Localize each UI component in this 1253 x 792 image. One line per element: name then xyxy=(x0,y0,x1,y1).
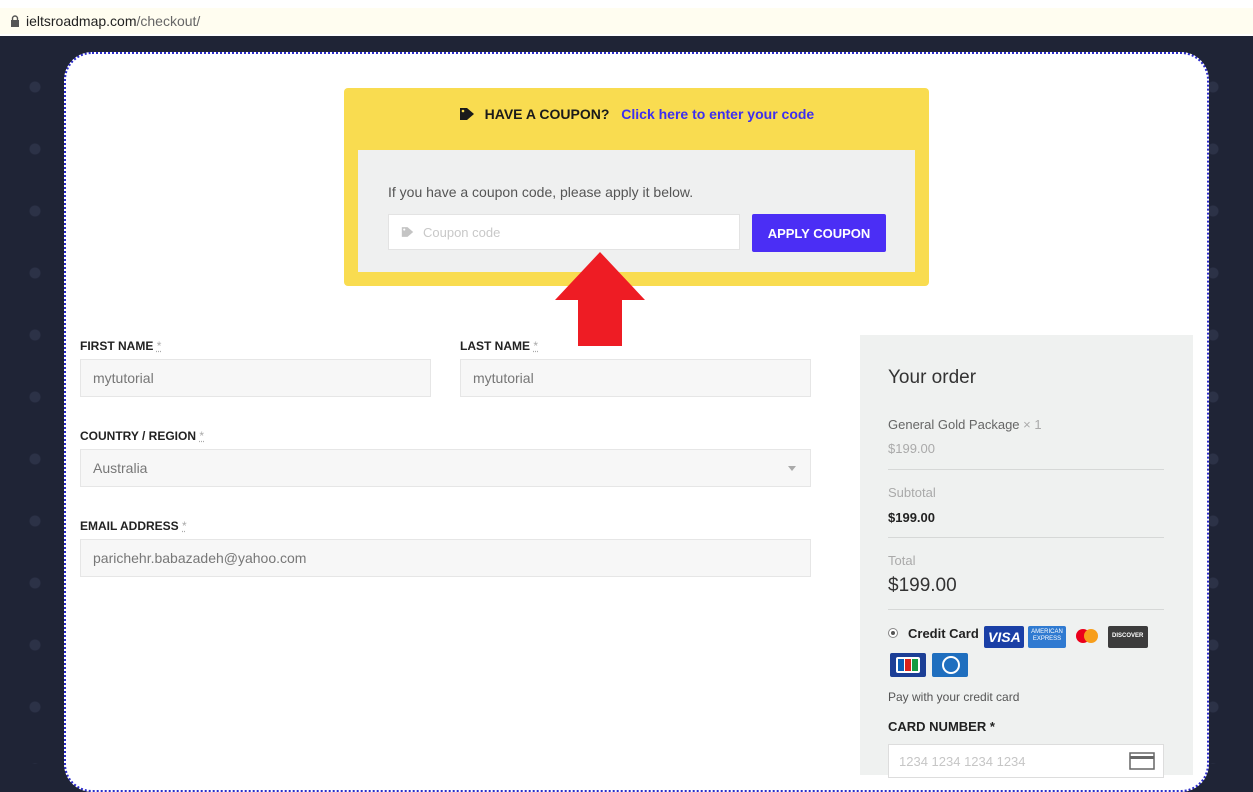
order-summary: Your order General Gold Package × 1 $199… xyxy=(860,335,1193,775)
enter-coupon-link[interactable]: Click here to enter your code xyxy=(621,106,814,122)
total-label: Total xyxy=(888,553,915,568)
card-number-label: CARD NUMBER * xyxy=(888,719,995,734)
coupon-placeholder: Coupon code xyxy=(423,225,500,240)
amex-logo: AMERICAN EXPRESS xyxy=(1028,626,1066,648)
payment-description: Pay with your credit card xyxy=(888,690,1019,704)
country-select[interactable]: Australia xyxy=(80,449,811,487)
coupon-code-input[interactable]: Coupon code xyxy=(388,214,740,250)
subtotal-label: Subtotal xyxy=(888,485,936,500)
lock-icon xyxy=(8,14,22,28)
total-value: $199.00 xyxy=(888,575,957,597)
divider xyxy=(888,609,1164,610)
subtotal-value: $199.00 xyxy=(888,510,935,525)
product-price: $199.00 xyxy=(888,441,935,456)
last-name-field[interactable]: mytutorial xyxy=(460,359,811,397)
card-number-input[interactable]: 1234 1234 1234 1234 xyxy=(888,744,1164,778)
first-name-label: FIRST NAME * xyxy=(80,339,161,353)
credit-card-label: Credit Card xyxy=(908,626,979,641)
order-title: Your order xyxy=(888,367,976,389)
product-line: General Gold Package × 1 xyxy=(888,417,1042,432)
credit-card-icon xyxy=(1129,752,1155,770)
chevron-down-icon xyxy=(788,466,796,471)
last-name-label: LAST NAME * xyxy=(460,339,538,353)
mastercard-logo xyxy=(1072,626,1102,648)
tag-icon xyxy=(459,107,475,121)
diners-club-logo xyxy=(932,653,968,677)
divider xyxy=(888,537,1164,538)
credit-card-radio[interactable] xyxy=(888,628,898,638)
card-number-placeholder: 1234 1234 1234 1234 xyxy=(899,754,1026,769)
email-field[interactable]: parichehr.babazadeh@yahoo.com xyxy=(80,539,811,577)
apply-coupon-button[interactable]: APPLY COUPON xyxy=(752,214,886,252)
jcb-logo xyxy=(890,653,926,677)
email-label: EMAIL ADDRESS * xyxy=(80,519,187,533)
coupon-description: If you have a coupon code, please apply … xyxy=(388,184,693,200)
visa-logo: VISA xyxy=(984,626,1024,648)
first-name-field[interactable]: mytutorial xyxy=(80,359,431,397)
browser-address-bar[interactable]: ieltsroadmap.com/checkout/ xyxy=(0,0,1253,36)
divider xyxy=(888,469,1164,470)
red-arrow-annotation xyxy=(554,252,646,348)
country-label: COUNTRY / REGION * xyxy=(80,429,204,443)
url-text[interactable]: ieltsroadmap.com/checkout/ xyxy=(26,13,200,29)
coupon-heading: HAVE A COUPON? Click here to enter your … xyxy=(344,106,929,122)
discover-logo: DISCOVER xyxy=(1108,626,1148,648)
tag-icon xyxy=(401,226,414,238)
